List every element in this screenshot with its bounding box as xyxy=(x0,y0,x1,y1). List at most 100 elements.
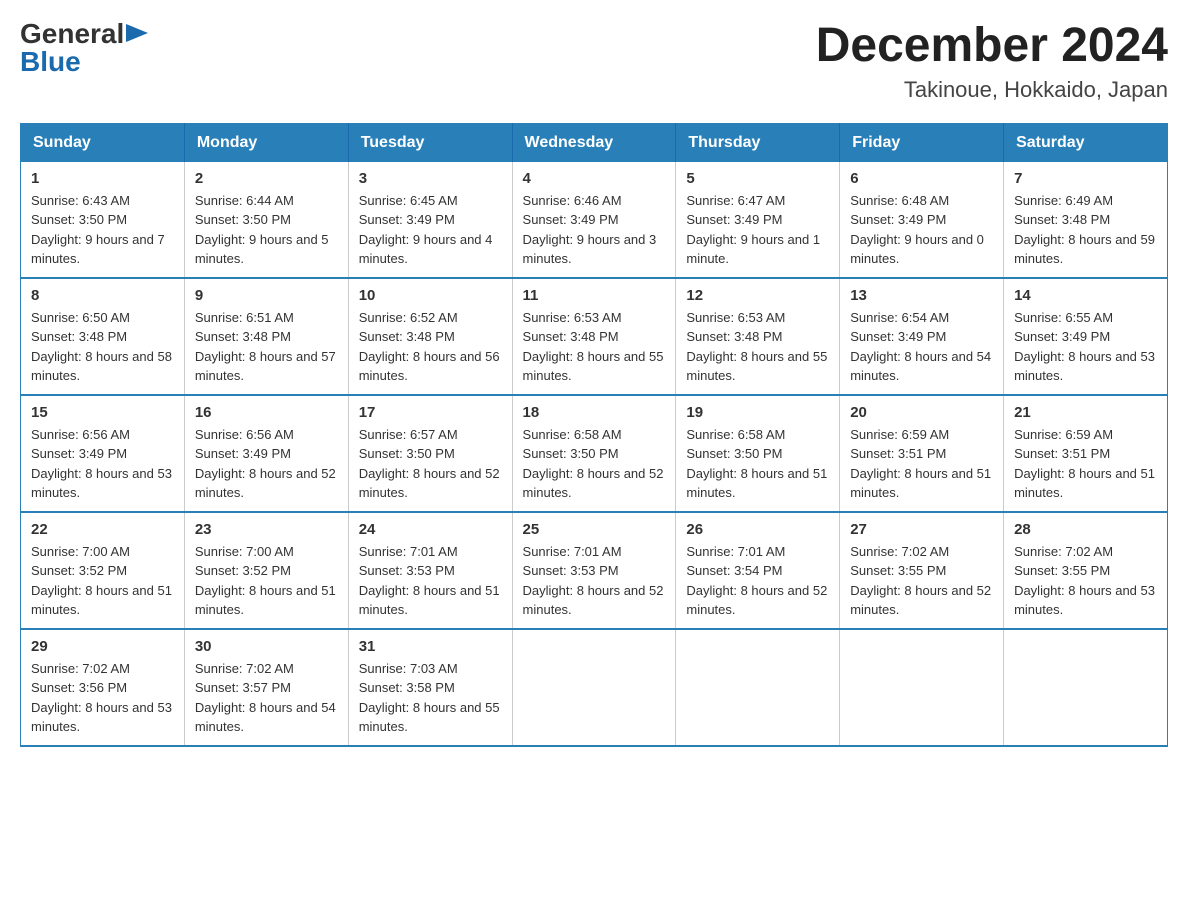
day-number: 14 xyxy=(1014,287,1157,304)
weekday-header-saturday: Saturday xyxy=(1004,123,1168,162)
month-title: December 2024 xyxy=(816,20,1168,73)
day-info: Sunrise: 7:03 AM Sunset: 3:58 PM Dayligh… xyxy=(359,659,502,737)
day-number: 10 xyxy=(359,287,502,304)
title-section: December 2024 Takinoue, Hokkaido, Japan xyxy=(816,20,1168,103)
weekday-header-friday: Friday xyxy=(840,123,1004,162)
calendar-day-cell: 3 Sunrise: 6:45 AM Sunset: 3:49 PM Dayli… xyxy=(348,162,512,278)
day-info: Sunrise: 6:56 AM Sunset: 3:49 PM Dayligh… xyxy=(31,425,174,503)
calendar-day-cell: 10 Sunrise: 6:52 AM Sunset: 3:48 PM Dayl… xyxy=(348,278,512,395)
day-number: 23 xyxy=(195,521,338,538)
weekday-header-monday: Monday xyxy=(184,123,348,162)
calendar-day-cell: 8 Sunrise: 6:50 AM Sunset: 3:48 PM Dayli… xyxy=(21,278,185,395)
calendar-day-cell: 26 Sunrise: 7:01 AM Sunset: 3:54 PM Dayl… xyxy=(676,512,840,629)
day-info: Sunrise: 6:47 AM Sunset: 3:49 PM Dayligh… xyxy=(686,191,829,269)
day-number: 11 xyxy=(523,287,666,304)
day-number: 29 xyxy=(31,638,174,655)
calendar-day-cell: 11 Sunrise: 6:53 AM Sunset: 3:48 PM Dayl… xyxy=(512,278,676,395)
day-number: 5 xyxy=(686,170,829,187)
calendar-week-row: 22 Sunrise: 7:00 AM Sunset: 3:52 PM Dayl… xyxy=(21,512,1168,629)
day-number: 16 xyxy=(195,404,338,421)
weekday-header-wednesday: Wednesday xyxy=(512,123,676,162)
day-info: Sunrise: 6:48 AM Sunset: 3:49 PM Dayligh… xyxy=(850,191,993,269)
calendar-header-row: SundayMondayTuesdayWednesdayThursdayFrid… xyxy=(21,123,1168,162)
calendar-day-cell: 20 Sunrise: 6:59 AM Sunset: 3:51 PM Dayl… xyxy=(840,395,1004,512)
day-info: Sunrise: 6:53 AM Sunset: 3:48 PM Dayligh… xyxy=(686,308,829,386)
logo: General Blue xyxy=(20,20,148,76)
calendar-day-cell: 6 Sunrise: 6:48 AM Sunset: 3:49 PM Dayli… xyxy=(840,162,1004,278)
calendar-day-cell: 9 Sunrise: 6:51 AM Sunset: 3:48 PM Dayli… xyxy=(184,278,348,395)
day-info: Sunrise: 6:50 AM Sunset: 3:48 PM Dayligh… xyxy=(31,308,174,386)
day-number: 4 xyxy=(523,170,666,187)
logo-arrow-icon xyxy=(126,24,148,42)
calendar-week-row: 29 Sunrise: 7:02 AM Sunset: 3:56 PM Dayl… xyxy=(21,629,1168,746)
day-info: Sunrise: 6:43 AM Sunset: 3:50 PM Dayligh… xyxy=(31,191,174,269)
day-number: 27 xyxy=(850,521,993,538)
calendar-day-cell: 13 Sunrise: 6:54 AM Sunset: 3:49 PM Dayl… xyxy=(840,278,1004,395)
calendar-day-cell: 27 Sunrise: 7:02 AM Sunset: 3:55 PM Dayl… xyxy=(840,512,1004,629)
day-number: 25 xyxy=(523,521,666,538)
calendar-day-cell: 4 Sunrise: 6:46 AM Sunset: 3:49 PM Dayli… xyxy=(512,162,676,278)
day-number: 9 xyxy=(195,287,338,304)
day-number: 24 xyxy=(359,521,502,538)
day-info: Sunrise: 6:49 AM Sunset: 3:48 PM Dayligh… xyxy=(1014,191,1157,269)
calendar-day-cell: 15 Sunrise: 6:56 AM Sunset: 3:49 PM Dayl… xyxy=(21,395,185,512)
calendar-day-cell: 5 Sunrise: 6:47 AM Sunset: 3:49 PM Dayli… xyxy=(676,162,840,278)
calendar-day-cell: 19 Sunrise: 6:58 AM Sunset: 3:50 PM Dayl… xyxy=(676,395,840,512)
page-header: General Blue December 2024 Takinoue, Hok… xyxy=(20,20,1168,103)
calendar-day-cell: 23 Sunrise: 7:00 AM Sunset: 3:52 PM Dayl… xyxy=(184,512,348,629)
calendar-table: SundayMondayTuesdayWednesdayThursdayFrid… xyxy=(20,123,1168,747)
calendar-day-cell: 25 Sunrise: 7:01 AM Sunset: 3:53 PM Dayl… xyxy=(512,512,676,629)
calendar-day-cell: 29 Sunrise: 7:02 AM Sunset: 3:56 PM Dayl… xyxy=(21,629,185,746)
calendar-day-cell: 16 Sunrise: 6:56 AM Sunset: 3:49 PM Dayl… xyxy=(184,395,348,512)
calendar-day-cell: 14 Sunrise: 6:55 AM Sunset: 3:49 PM Dayl… xyxy=(1004,278,1168,395)
calendar-day-cell xyxy=(512,629,676,746)
day-number: 21 xyxy=(1014,404,1157,421)
day-number: 7 xyxy=(1014,170,1157,187)
day-number: 31 xyxy=(359,638,502,655)
location-title: Takinoue, Hokkaido, Japan xyxy=(816,77,1168,103)
day-info: Sunrise: 6:52 AM Sunset: 3:48 PM Dayligh… xyxy=(359,308,502,386)
weekday-header-tuesday: Tuesday xyxy=(348,123,512,162)
day-number: 20 xyxy=(850,404,993,421)
day-number: 26 xyxy=(686,521,829,538)
day-number: 12 xyxy=(686,287,829,304)
day-info: Sunrise: 6:57 AM Sunset: 3:50 PM Dayligh… xyxy=(359,425,502,503)
weekday-header-sunday: Sunday xyxy=(21,123,185,162)
calendar-day-cell: 30 Sunrise: 7:02 AM Sunset: 3:57 PM Dayl… xyxy=(184,629,348,746)
day-number: 2 xyxy=(195,170,338,187)
calendar-day-cell: 21 Sunrise: 6:59 AM Sunset: 3:51 PM Dayl… xyxy=(1004,395,1168,512)
calendar-day-cell: 2 Sunrise: 6:44 AM Sunset: 3:50 PM Dayli… xyxy=(184,162,348,278)
calendar-day-cell: 7 Sunrise: 6:49 AM Sunset: 3:48 PM Dayli… xyxy=(1004,162,1168,278)
day-number: 18 xyxy=(523,404,666,421)
day-info: Sunrise: 7:02 AM Sunset: 3:56 PM Dayligh… xyxy=(31,659,174,737)
day-info: Sunrise: 7:01 AM Sunset: 3:54 PM Dayligh… xyxy=(686,542,829,620)
day-number: 6 xyxy=(850,170,993,187)
calendar-week-row: 15 Sunrise: 6:56 AM Sunset: 3:49 PM Dayl… xyxy=(21,395,1168,512)
logo-blue: Blue xyxy=(20,48,81,76)
day-number: 19 xyxy=(686,404,829,421)
calendar-day-cell xyxy=(840,629,1004,746)
calendar-day-cell: 28 Sunrise: 7:02 AM Sunset: 3:55 PM Dayl… xyxy=(1004,512,1168,629)
day-info: Sunrise: 6:53 AM Sunset: 3:48 PM Dayligh… xyxy=(523,308,666,386)
day-info: Sunrise: 7:00 AM Sunset: 3:52 PM Dayligh… xyxy=(195,542,338,620)
calendar-day-cell: 1 Sunrise: 6:43 AM Sunset: 3:50 PM Dayli… xyxy=(21,162,185,278)
day-info: Sunrise: 7:02 AM Sunset: 3:57 PM Dayligh… xyxy=(195,659,338,737)
day-number: 1 xyxy=(31,170,174,187)
day-number: 13 xyxy=(850,287,993,304)
day-info: Sunrise: 6:45 AM Sunset: 3:49 PM Dayligh… xyxy=(359,191,502,269)
day-info: Sunrise: 7:02 AM Sunset: 3:55 PM Dayligh… xyxy=(850,542,993,620)
day-info: Sunrise: 6:58 AM Sunset: 3:50 PM Dayligh… xyxy=(523,425,666,503)
day-info: Sunrise: 6:59 AM Sunset: 3:51 PM Dayligh… xyxy=(1014,425,1157,503)
day-info: Sunrise: 7:02 AM Sunset: 3:55 PM Dayligh… xyxy=(1014,542,1157,620)
calendar-day-cell xyxy=(676,629,840,746)
day-number: 3 xyxy=(359,170,502,187)
day-info: Sunrise: 6:46 AM Sunset: 3:49 PM Dayligh… xyxy=(523,191,666,269)
calendar-day-cell: 17 Sunrise: 6:57 AM Sunset: 3:50 PM Dayl… xyxy=(348,395,512,512)
day-info: Sunrise: 6:58 AM Sunset: 3:50 PM Dayligh… xyxy=(686,425,829,503)
day-info: Sunrise: 6:54 AM Sunset: 3:49 PM Dayligh… xyxy=(850,308,993,386)
day-info: Sunrise: 6:55 AM Sunset: 3:49 PM Dayligh… xyxy=(1014,308,1157,386)
day-number: 17 xyxy=(359,404,502,421)
calendar-day-cell: 22 Sunrise: 7:00 AM Sunset: 3:52 PM Dayl… xyxy=(21,512,185,629)
day-number: 8 xyxy=(31,287,174,304)
day-info: Sunrise: 7:00 AM Sunset: 3:52 PM Dayligh… xyxy=(31,542,174,620)
